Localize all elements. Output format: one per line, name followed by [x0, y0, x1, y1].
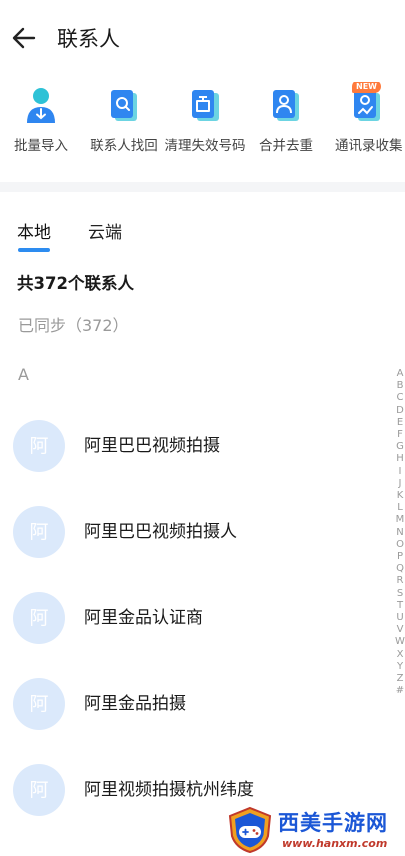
alphabet-index-letter[interactable]: R	[395, 575, 405, 587]
alphabet-index-letter[interactable]: L	[395, 502, 405, 514]
avatar: 阿	[13, 592, 65, 644]
contacts-collect-button[interactable]: NEW 通讯录收集	[330, 82, 405, 166]
clean-invalid-button[interactable]: 清理失效号码	[163, 82, 247, 166]
site-watermark: 西美手游网 www.hanxm.com	[224, 800, 405, 856]
app-header: 联系人	[0, 0, 405, 80]
contact-name: 阿里巴巴视频拍摄人	[84, 522, 237, 542]
alphabet-index-letter[interactable]: A	[395, 368, 405, 380]
list-item[interactable]: 阿 阿里巴巴视频拍摄	[0, 402, 390, 488]
alphabet-index-letter[interactable]: W	[395, 636, 405, 648]
sync-status: 已同步（372）	[18, 316, 129, 335]
batch-import-icon	[27, 88, 55, 123]
watermark-url: www.hanxm.com	[282, 837, 388, 850]
contact-recover-icon	[111, 90, 137, 121]
storage-tabs: 本地 云端	[0, 218, 405, 258]
tab-local[interactable]: 本地	[17, 221, 51, 245]
gamepad-shield-icon	[228, 806, 272, 854]
alphabet-index-letter[interactable]: #	[395, 685, 405, 697]
avatar: 阿	[13, 506, 65, 558]
alphabet-index-letter[interactable]: D	[395, 405, 405, 417]
alphabet-index-letter[interactable]: M	[395, 514, 405, 526]
alphabet-index-letter[interactable]: I	[395, 466, 405, 478]
alphabet-index-letter[interactable]: T	[395, 600, 405, 612]
contact-name: 阿里巴巴视频拍摄	[84, 436, 220, 456]
new-badge: NEW	[352, 82, 381, 93]
alphabet-index-bar[interactable]: A B C D E F G H I J K L M N O P Q R S T U V W X Y Z #	[395, 368, 405, 697]
merge-dedupe-icon	[273, 90, 299, 121]
tool-label: 合并去重	[259, 138, 313, 154]
contact-count: 共372个联系人	[17, 274, 134, 293]
alphabet-index-letter[interactable]: U	[395, 612, 405, 624]
list-item[interactable]: 阿 阿里金品拍摄	[0, 660, 390, 746]
list-item[interactable]: 阿 阿里金品认证商	[0, 574, 390, 660]
tab-cloud[interactable]: 云端	[88, 221, 122, 245]
alphabet-index-letter[interactable]: P	[395, 551, 405, 563]
alphabet-index-letter[interactable]: J	[395, 478, 405, 490]
contact-name: 阿里金品拍摄	[84, 694, 186, 714]
tool-label: 联系人找回	[90, 138, 158, 154]
back-arrow-icon[interactable]	[10, 24, 38, 52]
merge-dedupe-button[interactable]: 合并去重	[251, 82, 321, 166]
contact-recover-button[interactable]: 联系人找回	[86, 82, 162, 166]
batch-import-button[interactable]: 批量导入	[6, 82, 76, 166]
watermark-title: 西美手游网	[278, 811, 388, 835]
tool-label: 批量导入	[14, 138, 68, 154]
alphabet-index-letter[interactable]: S	[395, 588, 405, 600]
tool-label: 清理失效号码	[164, 138, 246, 154]
alphabet-index-letter[interactable]: Z	[395, 673, 405, 685]
list-item[interactable]: 阿 阿里巴巴视频拍摄人	[0, 488, 390, 574]
alphabet-index-letter[interactable]: C	[395, 392, 405, 404]
clean-invalid-icon	[192, 90, 219, 121]
toolbar-shortcuts: 批量导入 联系人找回 清理失效号码 合并去重 NEW 通讯录收集	[0, 82, 405, 166]
alphabet-index-letter[interactable]: O	[395, 539, 405, 551]
page-title: 联系人	[57, 27, 120, 51]
avatar: 阿	[13, 420, 65, 472]
active-tab-indicator	[18, 248, 50, 252]
tool-label: 通讯录收集	[335, 138, 403, 154]
alphabet-index-letter[interactable]: G	[395, 441, 405, 453]
alphabet-index-letter[interactable]: F	[395, 429, 405, 441]
avatar: 阿	[13, 764, 65, 816]
alphabet-index-letter[interactable]: E	[395, 417, 405, 429]
avatar: 阿	[13, 678, 65, 730]
alphabet-index-letter[interactable]: K	[395, 490, 405, 502]
alphabet-index-letter[interactable]: N	[395, 527, 405, 539]
section-header-letter: A	[18, 365, 29, 384]
section-divider	[0, 182, 405, 192]
alphabet-index-letter[interactable]: Y	[395, 661, 405, 673]
contact-name: 阿里金品认证商	[84, 608, 203, 628]
alphabet-index-letter[interactable]: B	[395, 380, 405, 392]
alphabet-index-letter[interactable]: Q	[395, 563, 405, 575]
alphabet-index-letter[interactable]: X	[395, 649, 405, 661]
alphabet-index-letter[interactable]: V	[395, 624, 405, 636]
alphabet-index-letter[interactable]: H	[395, 453, 405, 465]
